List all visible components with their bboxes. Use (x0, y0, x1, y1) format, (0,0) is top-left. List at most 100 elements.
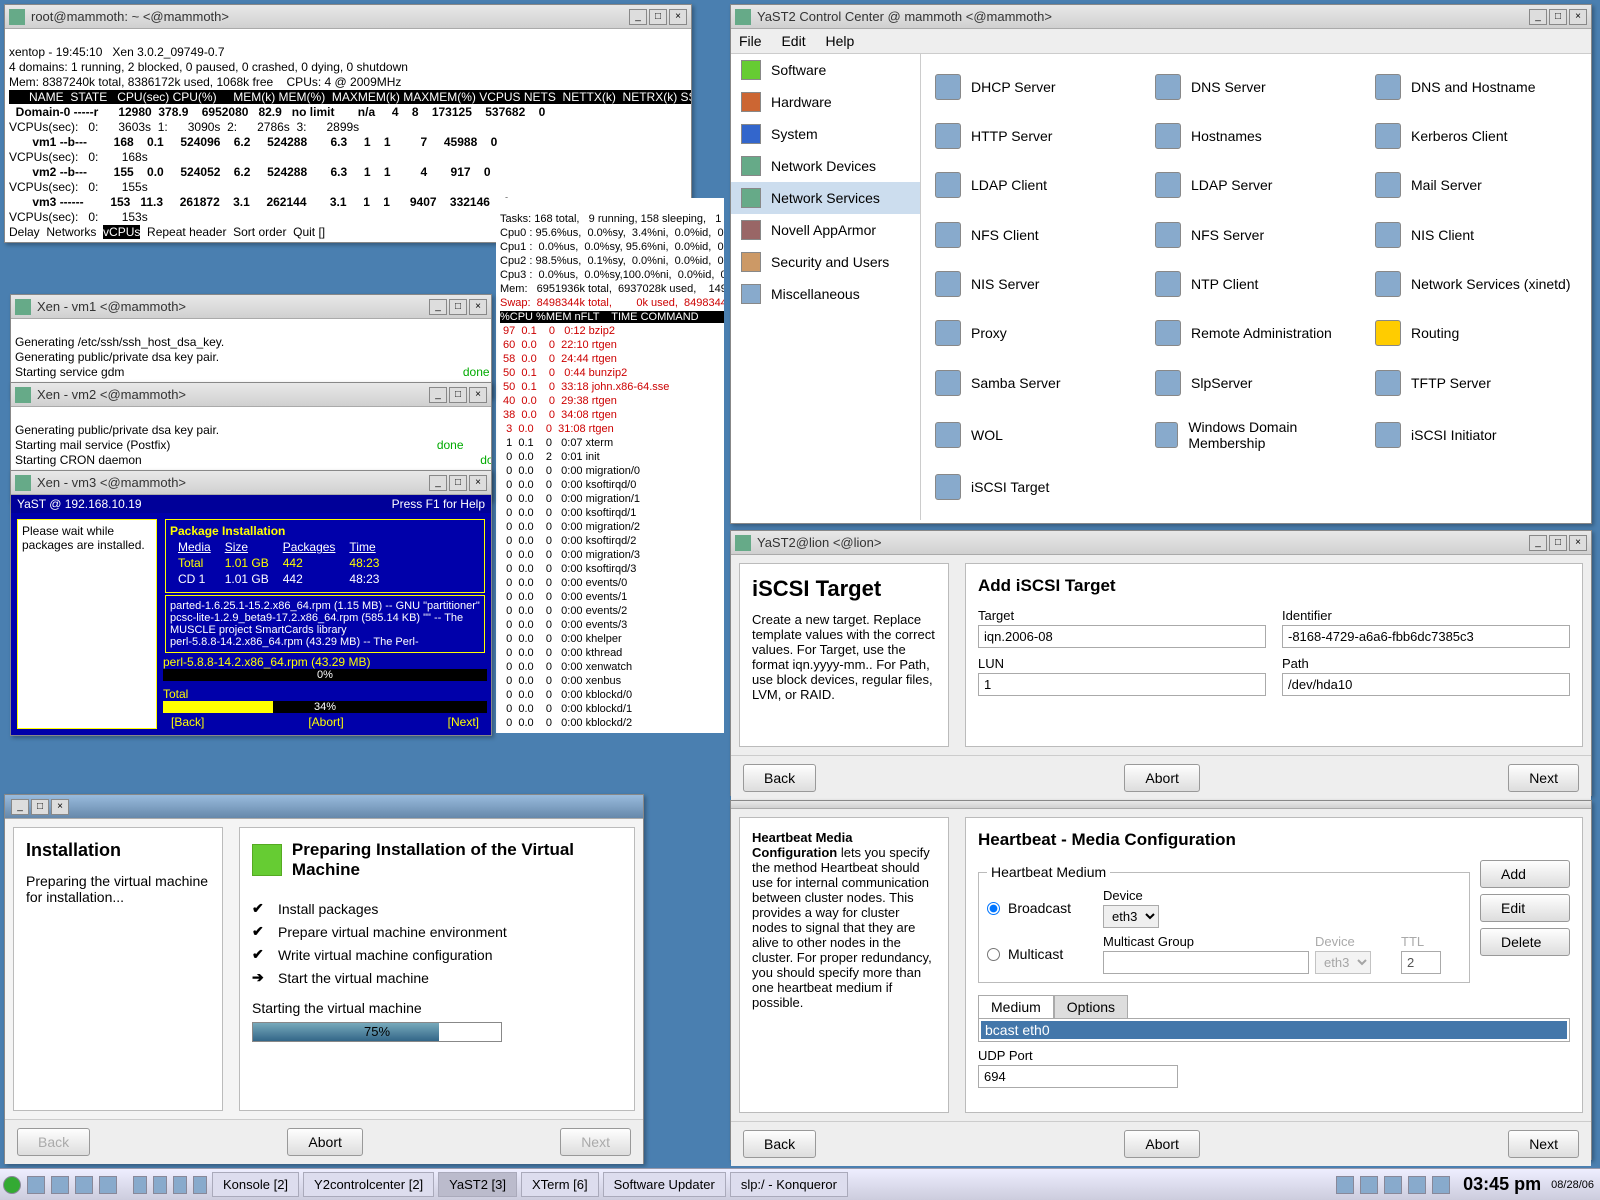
svc-nfs-server[interactable]: NFS Server (1151, 212, 1361, 257)
tray-icon[interactable] (1336, 1176, 1354, 1194)
next-link[interactable]: [Next] (448, 715, 479, 729)
tray-icon[interactable] (1432, 1176, 1450, 1194)
maximize-button[interactable]: □ (449, 299, 467, 315)
svc-slp[interactable]: SlpServer (1151, 360, 1361, 405)
task-konqueror[interactable]: slp:/ - Konqueror (730, 1172, 848, 1197)
minimize-button[interactable]: _ (1529, 9, 1547, 25)
sidebar-item-hardware[interactable]: Hardware (731, 86, 920, 118)
medium-row[interactable]: bcast eth0 (981, 1021, 1567, 1039)
yast-control-center[interactable]: YaST2 Control Center @ mammoth <@mammoth… (730, 4, 1592, 524)
install-vm-window[interactable]: _□× Installation Preparing the virtual m… (4, 794, 644, 1164)
maximize-button[interactable]: □ (449, 475, 467, 491)
svc-mail-server[interactable]: Mail Server (1371, 163, 1581, 208)
mcgroup-input[interactable] (1103, 951, 1309, 974)
svc-routing[interactable]: Routing (1371, 311, 1581, 356)
tab-options[interactable]: Options (1054, 995, 1128, 1018)
menu-edit[interactable]: Edit (781, 33, 805, 49)
abort-button[interactable]: Abort (1124, 764, 1199, 792)
identifier-input[interactable] (1282, 625, 1570, 648)
close-button[interactable]: × (1569, 9, 1587, 25)
desktop-2[interactable] (153, 1176, 167, 1194)
heartbeat-help[interactable]: Heartbeat Media Configuration lets you s… (739, 817, 949, 1113)
titlebar[interactable]: root@mammoth: ~ <@mammoth> _ □ × (5, 5, 691, 29)
svc-ldap-server[interactable]: LDAP Server (1151, 163, 1361, 208)
svc-windomain[interactable]: Windows Domain Membership (1151, 409, 1361, 460)
tray-icon[interactable] (1384, 1176, 1402, 1194)
next-button[interactable]: Next (560, 1128, 631, 1156)
back-button[interactable]: Back (743, 1130, 816, 1158)
sidebar-item-software[interactable]: Software (731, 54, 920, 86)
sidebar-item-security[interactable]: Security and Users (731, 246, 920, 278)
help-icon[interactable] (99, 1176, 117, 1194)
svc-dns-server[interactable]: DNS Server (1151, 64, 1361, 109)
minimize-button[interactable]: _ (429, 299, 447, 315)
minimize-button[interactable]: _ (629, 9, 647, 25)
home-icon[interactable] (27, 1176, 45, 1194)
target-input[interactable] (978, 625, 1266, 648)
close-button[interactable]: × (1569, 535, 1587, 551)
ttl-input[interactable] (1401, 951, 1441, 974)
back-button[interactable]: Back (17, 1128, 90, 1156)
add-button[interactable]: Add (1480, 860, 1570, 888)
sidebar-item-misc[interactable]: Miscellaneous (731, 278, 920, 310)
next-button[interactable]: Next (1508, 764, 1579, 792)
multicast-radio[interactable]: Multicast (987, 946, 1097, 962)
close-button[interactable]: × (669, 9, 687, 25)
edit-button[interactable]: Edit (1480, 894, 1570, 922)
svc-wol[interactable]: WOL (931, 409, 1141, 460)
maximize-button[interactable]: □ (449, 387, 467, 403)
taskbar[interactable]: Konsole [2] Y2controlcenter [2] YaST2 [3… (0, 1168, 1600, 1200)
menu-file[interactable]: File (739, 33, 762, 49)
svc-iscsi-target[interactable]: iSCSI Target (931, 465, 1141, 510)
svc-samba[interactable]: Samba Server (931, 360, 1141, 405)
abort-button[interactable]: Abort (1124, 1130, 1199, 1158)
svc-remote-admin[interactable]: Remote Administration (1151, 311, 1361, 356)
svc-dhcp-server[interactable]: DHCP Server (931, 64, 1141, 109)
close-button[interactable]: × (469, 299, 487, 315)
close-button[interactable]: × (469, 387, 487, 403)
clock[interactable]: 03:45 pm (1453, 1174, 1551, 1195)
svc-iscsi-initiator[interactable]: iSCSI Initiator (1371, 409, 1581, 460)
device-select[interactable]: eth3 (1103, 905, 1159, 928)
tray-icon[interactable] (1360, 1176, 1378, 1194)
svc-hostnames[interactable]: Hostnames (1151, 113, 1361, 158)
tab-medium[interactable]: Medium (978, 995, 1054, 1018)
svc-nis-client[interactable]: NIS Client (1371, 212, 1581, 257)
task-xterm[interactable]: XTerm [6] (521, 1172, 599, 1197)
minimize-button[interactable]: _ (11, 799, 29, 815)
back-link[interactable]: [Back] (171, 715, 204, 729)
close-button[interactable]: × (51, 799, 69, 815)
task-yast2[interactable]: YaST2 [3] (438, 1172, 517, 1197)
sidebar-item-network-services[interactable]: Network Services (731, 182, 920, 214)
mcdev-select[interactable]: eth3 (1315, 951, 1371, 974)
svc-tftp[interactable]: TFTP Server (1371, 360, 1581, 405)
broadcast-radio[interactable]: Broadcast (987, 900, 1097, 916)
tray-icon[interactable] (1408, 1176, 1426, 1194)
back-button[interactable]: Back (743, 764, 816, 792)
abort-button[interactable]: Abort (287, 1128, 362, 1156)
menu-help[interactable]: Help (825, 33, 854, 49)
task-konsole[interactable]: Konsole [2] (212, 1172, 299, 1197)
lun-input[interactable] (978, 673, 1266, 696)
svc-http-server[interactable]: HTTP Server (931, 113, 1141, 158)
desktop-1[interactable] (133, 1176, 147, 1194)
delete-button[interactable]: Delete (1480, 928, 1570, 956)
maximize-button[interactable]: □ (1549, 535, 1567, 551)
svc-nis-server[interactable]: NIS Server (931, 261, 1141, 306)
svc-ntp-client[interactable]: NTP Client (1151, 261, 1361, 306)
path-input[interactable] (1282, 673, 1570, 696)
desktop-3[interactable] (173, 1176, 187, 1194)
minimize-button[interactable]: _ (1529, 535, 1547, 551)
desktop-4[interactable] (193, 1176, 207, 1194)
next-button[interactable]: Next (1508, 1130, 1579, 1158)
maximize-button[interactable]: □ (649, 9, 667, 25)
svc-nfs-client[interactable]: NFS Client (931, 212, 1141, 257)
svc-proxy[interactable]: Proxy (931, 311, 1141, 356)
svc-dns-hostname[interactable]: DNS and Hostname (1371, 64, 1581, 109)
start-button[interactable] (3, 1176, 21, 1194)
svc-xinetd[interactable]: Network Services (xinetd) (1371, 261, 1581, 306)
udp-port-input[interactable] (978, 1065, 1178, 1088)
medium-list[interactable]: bcast eth0 (978, 1018, 1570, 1042)
terminal-icon[interactable] (51, 1176, 69, 1194)
sidebar-item-system[interactable]: System (731, 118, 920, 150)
